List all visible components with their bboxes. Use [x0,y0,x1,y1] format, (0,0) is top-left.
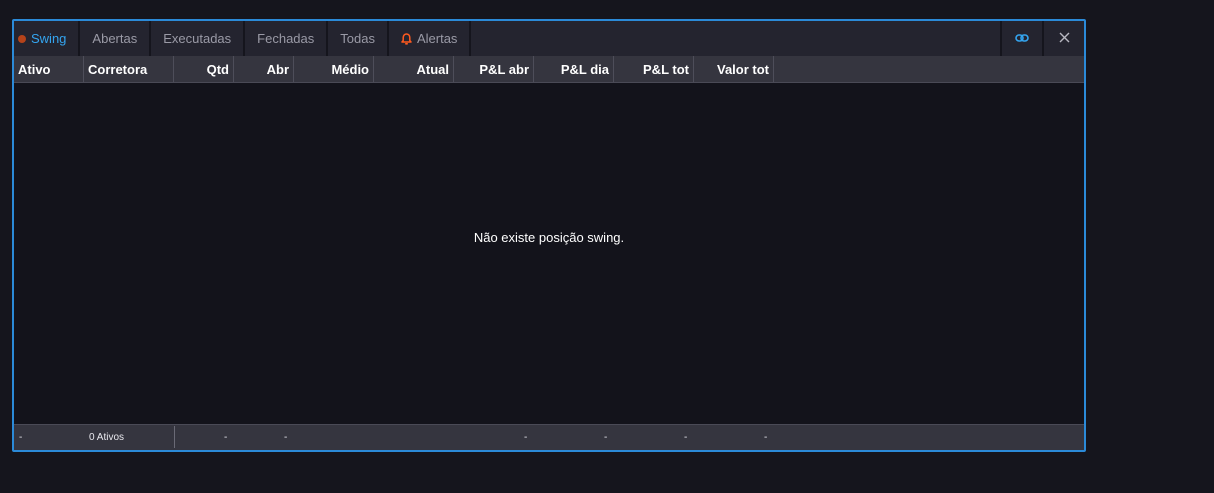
footer-asset-count: 0 Ativos [89,432,125,443]
tab-swing[interactable]: Swing [14,21,81,56]
tab-label: Fechadas [257,31,315,46]
tab-alertas[interactable]: Alertas [389,21,472,56]
column-label: Atual [416,61,450,77]
column-header-atual[interactable]: Atual [374,56,454,82]
column-label: P&L dia [560,61,609,77]
tab-label: Alertas [416,31,458,46]
tab-fechadas[interactable]: Fechadas [245,21,329,56]
column-label: Médio [331,61,369,77]
tab-executadas[interactable]: Executadas [151,21,246,56]
tab-label: Swing [31,31,67,46]
column-label: Corretora [88,61,148,77]
tab-label: Todas [340,31,375,46]
tab-abertas[interactable]: Abertas [80,21,152,56]
column-label: Abr [266,61,289,77]
column-header-pl-dia[interactable]: P&L dia [534,56,614,82]
footer-pl-dia: - [604,432,608,443]
footer-pl-tot: - [684,432,688,443]
column-header-pl-abr[interactable]: P&L abr [454,56,534,82]
footer-pl-abr: - [524,432,528,443]
column-header-corretora[interactable]: Corretora [84,56,174,82]
footer-ativo: - [19,432,23,443]
close-icon [1059,30,1070,48]
link-icon [1015,30,1029,48]
column-label: P&L abr [479,61,529,77]
tab-todas[interactable]: Todas [328,21,389,56]
column-label: Ativo [18,61,51,77]
column-label: P&L tot [643,61,689,77]
footer-divider [174,426,175,448]
tab-label: Executadas [163,31,232,46]
tab-label: Abertas [92,31,138,46]
positions-panel: Swing Abertas Executadas Fechadas Todas … [12,19,1086,452]
column-label: Valor tot [716,61,769,77]
column-header-qtd[interactable]: Qtd [174,56,234,82]
column-header-abr[interactable]: Abr [234,56,294,82]
dot-icon [18,34,26,43]
footer-qtd: - [224,432,228,443]
empty-state-message: Não existe posição swing. [473,230,625,245]
table-footer: - 0 Ativos - - - - - - [14,424,1084,450]
column-header-ativo[interactable]: Ativo [14,56,84,82]
tab-bar-spacer [471,21,1000,56]
table-header: Ativo Corretora Qtd Abr Médio Atual P&L … [14,56,1084,83]
bell-icon [401,32,412,45]
close-button[interactable] [1042,21,1084,56]
link-button[interactable] [1000,21,1042,56]
tab-bar: Swing Abertas Executadas Fechadas Todas … [14,21,1084,56]
column-header-valor-tot[interactable]: Valor tot [694,56,774,82]
footer-abr: - [284,432,288,443]
column-label: Qtd [206,61,229,77]
column-header-pl-tot[interactable]: P&L tot [614,56,694,82]
footer-valor-tot: - [764,432,768,443]
column-header-medio[interactable]: Médio [294,56,374,82]
